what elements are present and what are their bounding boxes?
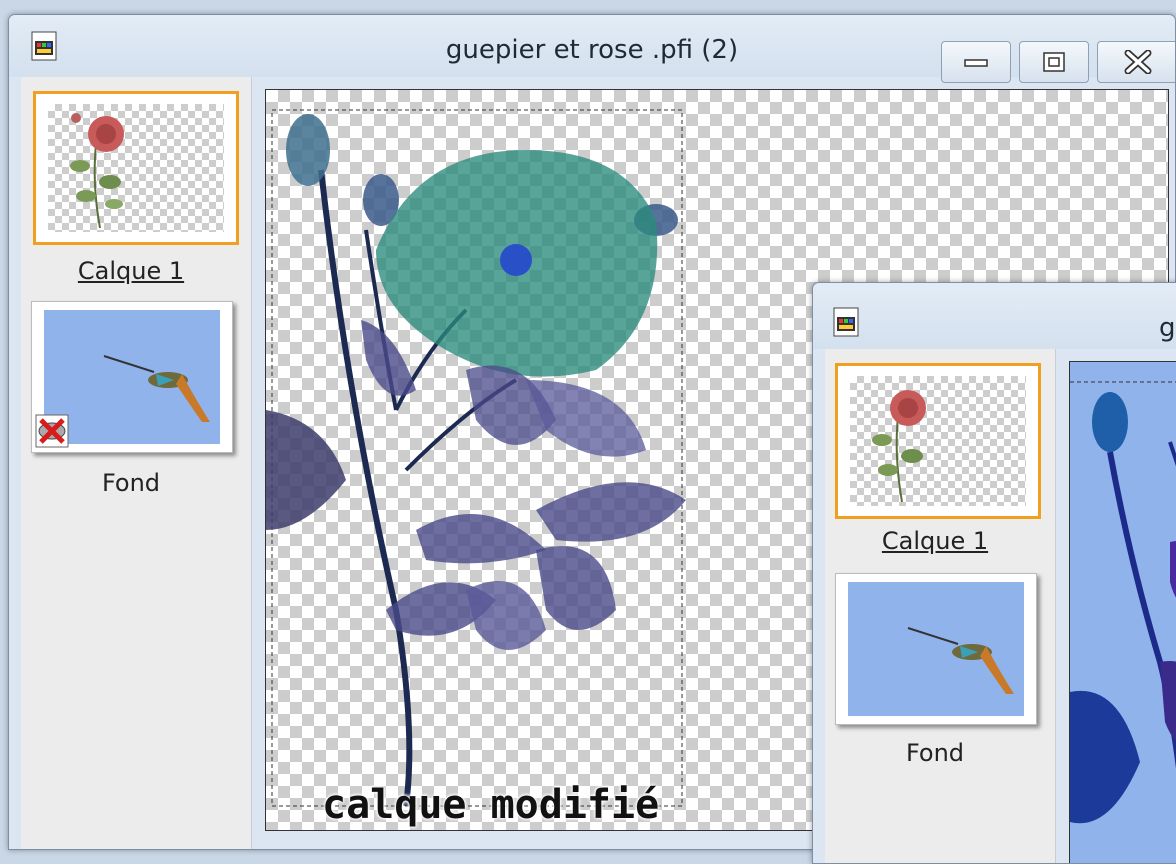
- maximize-button[interactable]: [1019, 41, 1089, 83]
- main-titlebar[interactable]: guepier et rose .pfi (2): [9, 15, 1175, 83]
- layers-panel-2: Calque 1 Fond: [825, 349, 1056, 863]
- rose-on-sky-artwork: [1070, 381, 1176, 824]
- bee-eater-thumbnail-2: [907, 627, 1014, 694]
- second-canvas[interactable]: [1069, 361, 1176, 863]
- minimize-button[interactable]: [941, 41, 1011, 83]
- close-button[interactable]: [1097, 41, 1175, 83]
- layer-thumb-calque1-2[interactable]: [835, 363, 1041, 519]
- layer-thumb-fond-2[interactable]: [835, 573, 1037, 725]
- close-icon: [1124, 50, 1152, 74]
- layer-thumb-fond[interactable]: [31, 301, 233, 453]
- rose-thumbnail: [70, 113, 124, 229]
- maximize-icon: [1043, 52, 1065, 72]
- bee-eater-thumbnail: [103, 355, 210, 422]
- second-window-title: g: [1159, 313, 1176, 343]
- canvas-caption: calque modifié: [322, 782, 660, 828]
- minimize-icon: [964, 59, 988, 67]
- second-titlebar[interactable]: g: [813, 283, 1176, 349]
- pfi-file-icon-2: [833, 307, 859, 337]
- layer-thumb-calque1[interactable]: [33, 91, 239, 245]
- layer-hidden-icon[interactable]: [35, 414, 69, 448]
- layers-panel: Calque 1 Fond: [21, 77, 252, 849]
- rose-thumbnail-2: [872, 390, 926, 503]
- layer-label-calque1[interactable]: Calque 1: [21, 257, 241, 285]
- layer-label-fond-2[interactable]: Fond: [825, 739, 1045, 767]
- layer-label-calque1-2[interactable]: Calque 1: [825, 527, 1045, 555]
- second-document-window: g Calque 1 Fond: [812, 282, 1176, 864]
- layer-label-fond[interactable]: Fond: [21, 469, 241, 497]
